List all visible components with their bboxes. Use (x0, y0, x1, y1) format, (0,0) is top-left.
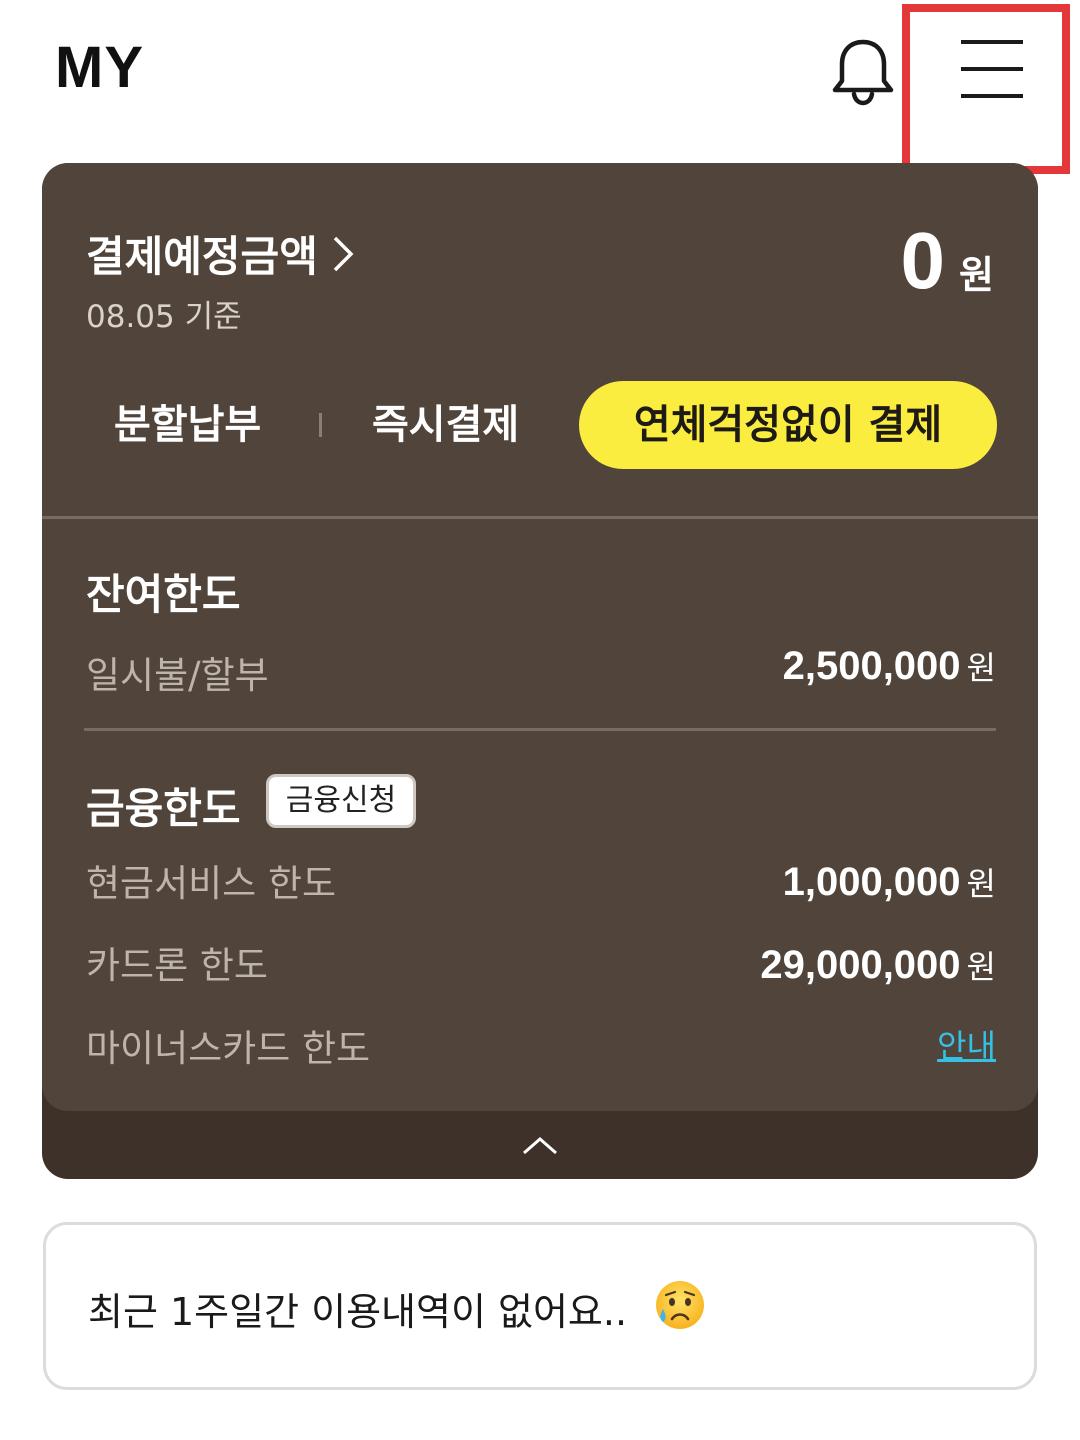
card-loan-unit: 원 (966, 948, 996, 986)
payment-tabs: 분할납부 즉시결제 연체걱정없이 결제 (42, 381, 1038, 469)
limit-divider (84, 728, 996, 731)
payment-due-date: 08.05 기준 (86, 299, 242, 335)
lump-sum-unit: 원 (966, 649, 996, 687)
bell-icon[interactable] (828, 36, 898, 106)
section-divider (42, 516, 1038, 519)
cash-service-unit: 원 (966, 865, 996, 903)
app-header: MY (0, 0, 1080, 174)
cash-service-label: 현금서비스 한도 (86, 862, 337, 905)
cash-service-value: 1,000,000 원 (783, 859, 996, 905)
lump-sum-amount: 2,500,000 (782, 644, 961, 688)
payment-amount-value: 0 (900, 216, 946, 305)
finance-apply-button[interactable]: 금융신청 (266, 774, 416, 828)
payment-due-link[interactable]: 결제예정금액 (86, 223, 354, 284)
tab-separator (319, 413, 322, 437)
menu-highlight-box (902, 4, 1070, 174)
tab-instant-payment[interactable]: 즉시결제 (372, 381, 519, 469)
minus-card-info-link[interactable]: 안내 (937, 1021, 996, 1067)
remaining-limit-title: 잔여한도 (86, 570, 241, 619)
payment-due-label: 결제예정금액 (86, 232, 318, 281)
tab-installment[interactable]: 분할납부 (114, 381, 261, 469)
tab-worry-free-payment[interactable]: 연체걱정없이 결제 (579, 381, 997, 469)
finance-limit-title: 금융한도 (86, 784, 241, 833)
card-loan-value: 29,000,000 원 (760, 942, 996, 988)
account-card: 결제예정금액 08.05 기준 0 원 분할납부 즉시결제 연체걱정없이 결제 … (42, 163, 1038, 1179)
page-title: MY (55, 35, 144, 100)
minus-card-label: 마이너스카드 한도 (86, 1027, 371, 1070)
payment-amount-unit: 원 (959, 253, 994, 297)
cash-service-amount: 1,000,000 (782, 860, 961, 904)
lump-sum-value: 2,500,000 원 (783, 643, 996, 689)
collapse-chevron-up-icon[interactable] (510, 1125, 570, 1165)
sad-face-icon (654, 1279, 706, 1331)
card-loan-amount: 29,000,000 (760, 943, 961, 987)
lump-sum-label: 일시불/할부 (86, 654, 269, 697)
card-body: 결제예정금액 08.05 기준 0 원 분할납부 즉시결제 연체걱정없이 결제 … (42, 163, 1038, 1111)
chevron-right-icon (333, 236, 354, 271)
recent-usage-text: 최근 1주일간 이용내역이 없어요.. (88, 1290, 628, 1334)
payment-due-amount: 0 원 (901, 215, 994, 307)
card-loan-label: 카드론 한도 (86, 944, 268, 987)
recent-usage-notice: 최근 1주일간 이용내역이 없어요.. (43, 1222, 1037, 1390)
